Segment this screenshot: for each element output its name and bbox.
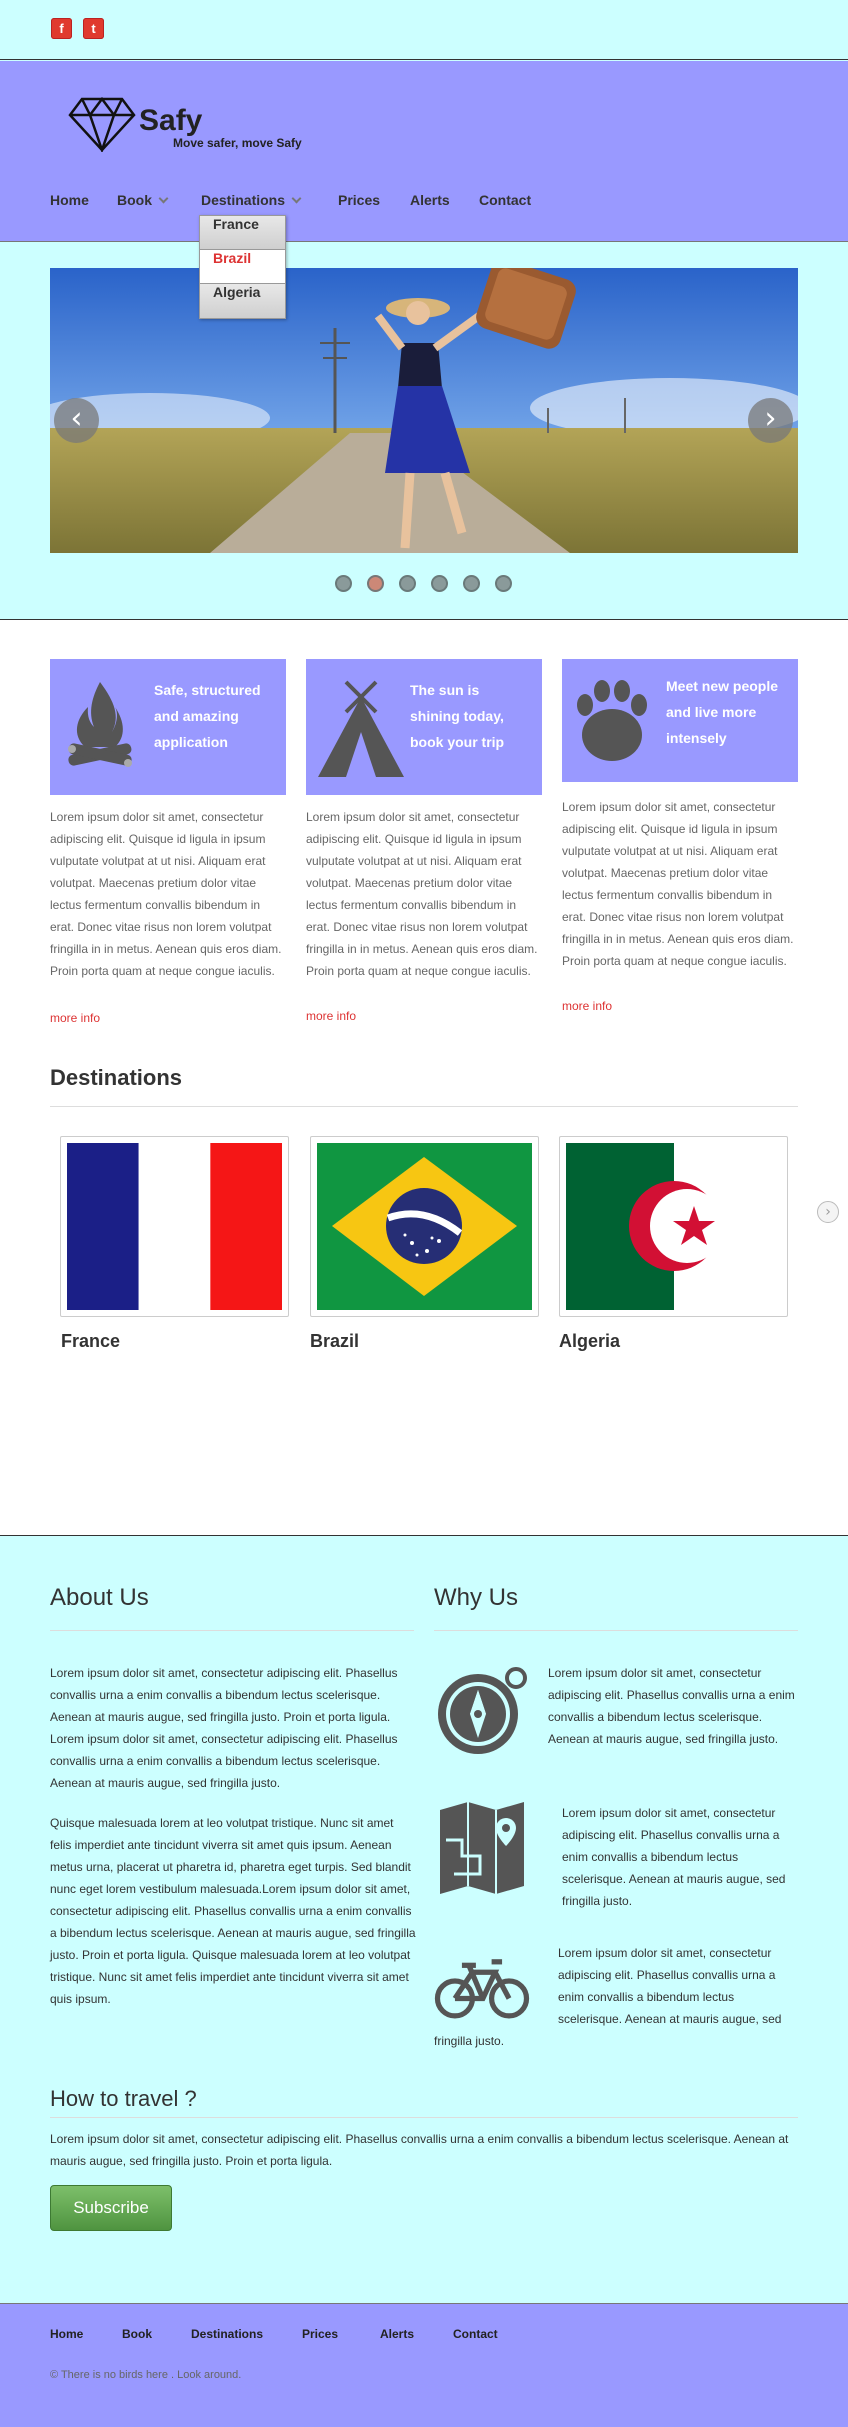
slider-dot-active[interactable]: [367, 575, 384, 592]
destinations-dropdown: France Brazil Algeria: [199, 215, 286, 319]
destination-card-algeria[interactable]: [559, 1136, 788, 1317]
heading-rule: [434, 1630, 798, 1631]
dropdown-item-brazil[interactable]: Brazil: [200, 250, 285, 284]
feature-text: Lorem ipsum dolor sit amet, consectetur …: [50, 810, 282, 978]
why-item-text: Lorem ipsum dolor sit amet, consectetur …: [558, 1946, 782, 2026]
social-bar: f t: [0, 0, 848, 60]
destination-card-france[interactable]: [60, 1136, 289, 1317]
nav-alerts[interactable]: Alerts: [410, 192, 450, 208]
slider-dot[interactable]: [335, 575, 352, 592]
destination-name[interactable]: Algeria: [559, 1331, 620, 1352]
hero-image: [50, 268, 798, 553]
bicycle-icon: [434, 1959, 530, 2019]
map-icon: [440, 1802, 524, 1894]
nav-destinations[interactable]: Destinations: [201, 192, 302, 208]
slider-next-button[interactable]: ›: [748, 398, 793, 443]
france-flag: [67, 1143, 282, 1310]
destination-name[interactable]: France: [61, 1331, 120, 1352]
feature-title: The sun is shining today, book your trip: [410, 682, 505, 750]
diamond-logo-icon[interactable]: [68, 96, 136, 152]
more-info-link[interactable]: more info: [306, 1009, 356, 1023]
about-paragraph-1: Lorem ipsum dolor sit amet, consectetur …: [50, 1666, 398, 1790]
howto-text: Lorem ipsum dolor sit amet, consectetur …: [50, 2132, 789, 2168]
howto-heading: How to travel ?: [50, 2086, 197, 2111]
section-divider: [0, 1535, 848, 1536]
feature-box-people: Meet new people and live more intensely: [562, 659, 798, 782]
feature-box-safe: Safe, structured and amazing application: [50, 659, 286, 795]
footer-nav-home[interactable]: Home: [50, 2327, 83, 2341]
dropdown-item-algeria[interactable]: Algeria: [200, 284, 285, 318]
chevron-down-icon: [291, 193, 302, 204]
feature-text: Lorem ipsum dolor sit amet, consectetur …: [562, 800, 794, 968]
more-info-link[interactable]: more info: [562, 999, 612, 1013]
tent-icon: [318, 680, 404, 777]
feature-text: Lorem ipsum dolor sit amet, consectetur …: [306, 810, 538, 978]
dropdown-item-france[interactable]: France: [200, 216, 285, 250]
footer-nav-destinations[interactable]: Destinations: [191, 2327, 263, 2341]
why-item-text: Lorem ipsum dolor sit amet, consectetur …: [562, 1806, 786, 1908]
about-paragraph-2: Quisque malesuada lorem at leo volutpat …: [50, 1816, 416, 2006]
nav-destinations-label: Destinations: [201, 192, 286, 208]
more-info-link[interactable]: more info: [50, 1011, 100, 1025]
nav-book[interactable]: Book: [117, 192, 169, 208]
site-footer: [0, 2303, 848, 2427]
copyright-text: © There is no birds here . Look around.: [50, 2369, 242, 2381]
chevron-down-icon: [158, 193, 169, 204]
nav-book-label: Book: [117, 192, 152, 208]
destinations-heading: Destinations: [50, 1065, 183, 1090]
feature-title: Meet new people and live more intensely: [666, 678, 779, 746]
carousel-next-button[interactable]: ›: [817, 1201, 839, 1223]
why-item-text-continued: fringilla justo.: [434, 2034, 505, 2048]
brand-tagline: Move safer, move Safy: [173, 136, 302, 150]
slider-dot[interactable]: [495, 575, 512, 592]
about-heading: About Us: [50, 1584, 149, 1611]
brand-name[interactable]: Safy: [139, 104, 202, 138]
slider-dot[interactable]: [431, 575, 448, 592]
hero-slider[interactable]: ‹ ›: [50, 268, 798, 553]
facebook-icon[interactable]: f: [51, 18, 72, 39]
nav-prices[interactable]: Prices: [338, 192, 380, 208]
campfire-icon: [68, 682, 132, 767]
nav-contact[interactable]: Contact: [479, 192, 531, 208]
slider-dot[interactable]: [399, 575, 416, 592]
algeria-flag: [566, 1143, 781, 1310]
brazil-flag: [317, 1143, 532, 1310]
slider-dot[interactable]: [463, 575, 480, 592]
why-item-text: Lorem ipsum dolor sit amet, consectetur …: [548, 1666, 795, 1746]
heading-rule: [50, 1630, 414, 1631]
compass-icon: [438, 1667, 527, 1754]
destination-card-brazil[interactable]: [310, 1136, 539, 1317]
destination-name[interactable]: Brazil: [310, 1331, 359, 1352]
twitter-icon[interactable]: t: [83, 18, 104, 39]
heading-rule: [50, 2117, 798, 2118]
why-heading: Why Us: [434, 1584, 518, 1611]
feature-title: Safe, structured and amazing application: [154, 682, 261, 750]
footer-nav-prices[interactable]: Prices: [302, 2327, 338, 2341]
footer-nav-contact[interactable]: Contact: [453, 2327, 498, 2341]
subscribe-button[interactable]: Subscribe: [50, 2185, 172, 2231]
slider-prev-button[interactable]: ‹: [54, 398, 99, 443]
nav-home[interactable]: Home: [50, 192, 89, 208]
feature-box-sun: The sun is shining today, book your trip: [306, 659, 542, 795]
paw-icon: [577, 680, 647, 761]
heading-rule: [50, 1106, 798, 1107]
footer-nav-book[interactable]: Book: [122, 2327, 152, 2341]
footer-nav-alerts[interactable]: Alerts: [380, 2327, 414, 2341]
